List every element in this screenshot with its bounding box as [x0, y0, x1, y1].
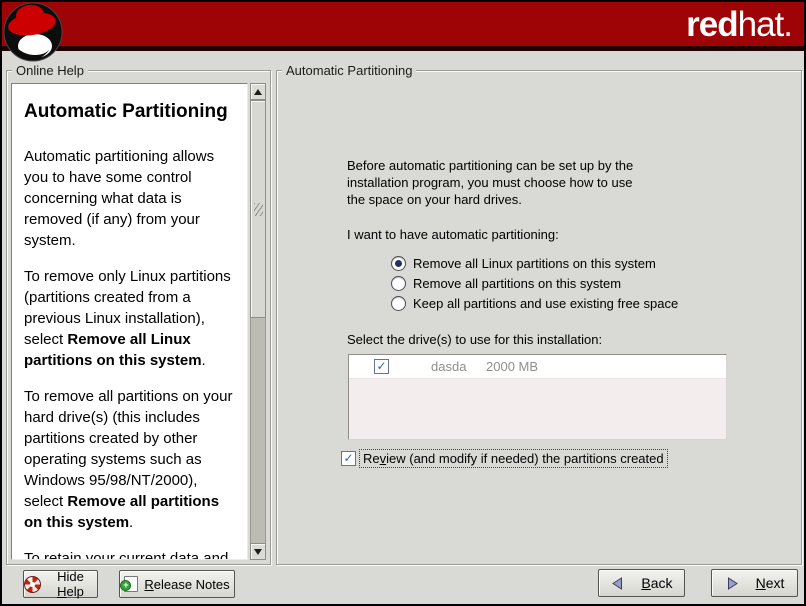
help-title: Automatic Partitioning: [24, 101, 241, 123]
radio-option-row[interactable]: Keep all partitions and use existing fre…: [391, 293, 678, 313]
hide-help-label: Hide Help: [44, 569, 97, 599]
online-help-frame: Online Help Automatic Partitioning Autom…: [6, 70, 271, 565]
release-notes-icon: [124, 576, 138, 592]
brand-period: .: [783, 5, 792, 44]
drive-select-label: Select the drive(s) to use for this inst…: [347, 332, 602, 347]
release-notes-label: Release Notes: [144, 577, 229, 592]
radio-button[interactable]: [391, 276, 406, 291]
brand-rest: hat: [738, 5, 784, 44]
header-divider: [2, 46, 804, 51]
up-arrow-icon: [254, 85, 262, 95]
drive-rows: ✓ dasda 2000 MB: [349, 355, 726, 379]
radio-dot: [395, 260, 402, 267]
drive-list: ✓ dasda 2000 MB: [348, 354, 727, 440]
radio-label[interactable]: Remove all Linux partitions on this syst…: [413, 256, 656, 271]
header-banner: redhat.: [2, 2, 804, 46]
review-option: ✓ Review (and modify if needed) the part…: [341, 450, 667, 467]
scrollbar-thumb[interactable]: [250, 100, 266, 318]
back-label: Back: [641, 575, 672, 591]
radio-button[interactable]: [391, 256, 406, 271]
release-notes-button[interactable]: Release Notes: [119, 570, 235, 598]
radio-button[interactable]: [391, 296, 406, 311]
next-label: Next: [756, 575, 785, 591]
help-text-panel: Automatic Partitioning Automatic partiti…: [11, 83, 248, 560]
next-button[interactable]: Next: [711, 569, 798, 597]
help-paragraph: To remove only Linux partitions (partiti…: [24, 266, 241, 371]
help-area: Automatic Partitioning Automatic partiti…: [11, 83, 266, 560]
radio-option-row[interactable]: Remove all Linux partitions on this syst…: [391, 253, 678, 273]
help-paragraph: To remove all partitions on your hard dr…: [24, 386, 241, 533]
automatic-partitioning-frame-label: Automatic Partitioning: [282, 62, 416, 79]
checkmark-icon: ✓: [343, 452, 353, 464]
installer-window: redhat. Online Help Automatic Partitioni…: [0, 0, 806, 606]
partitioning-question-label: I want to have automatic partitioning:: [347, 227, 559, 242]
checkmark-icon: ✓: [376, 360, 386, 372]
drive-name: dasda: [431, 359, 476, 374]
drive-checkbox[interactable]: ✓: [374, 359, 389, 374]
scrollbar-grip-icon: [254, 203, 263, 216]
automatic-partitioning-frame: Automatic Partitioning: [276, 70, 802, 565]
intro-text: Before automatic partitioning can be set…: [347, 157, 633, 208]
radio-label[interactable]: Keep all partitions and use existing fre…: [413, 296, 678, 311]
back-arrow-icon: [610, 576, 625, 591]
help-paragraph: To retain your current data and: [24, 548, 241, 560]
lifebuoy-icon: [24, 576, 41, 593]
brand-bold: red: [686, 5, 737, 44]
radio-option-row[interactable]: Remove all partitions on this system: [391, 273, 678, 293]
help-scrollbar[interactable]: [250, 83, 266, 560]
partitioning-radio-group: Remove all Linux partitions on this syst…: [391, 253, 678, 313]
scrollbar-track[interactable]: [250, 100, 266, 543]
back-button[interactable]: Back: [598, 569, 685, 597]
scroll-down-button[interactable]: [250, 543, 266, 560]
radio-label[interactable]: Remove all partitions on this system: [413, 276, 621, 291]
hide-help-button[interactable]: Hide Help: [23, 570, 98, 598]
scroll-up-button[interactable]: [250, 83, 266, 100]
review-checkbox[interactable]: ✓: [341, 451, 356, 466]
help-paragraph: Automatic partitioning allows you to hav…: [24, 146, 241, 251]
review-checkbox-label[interactable]: Review (and modify if needed) the partit…: [360, 450, 667, 467]
redhat-wordmark: redhat.: [686, 3, 792, 47]
redhat-shadowman-logo-icon: [3, 1, 65, 65]
down-arrow-icon: [254, 549, 262, 559]
drive-size: 2000 MB: [486, 359, 538, 374]
help-text: Automatic partitioning allows you to hav…: [24, 146, 241, 560]
drive-row[interactable]: ✓ dasda 2000 MB: [349, 355, 726, 379]
next-arrow-icon: [725, 576, 740, 591]
